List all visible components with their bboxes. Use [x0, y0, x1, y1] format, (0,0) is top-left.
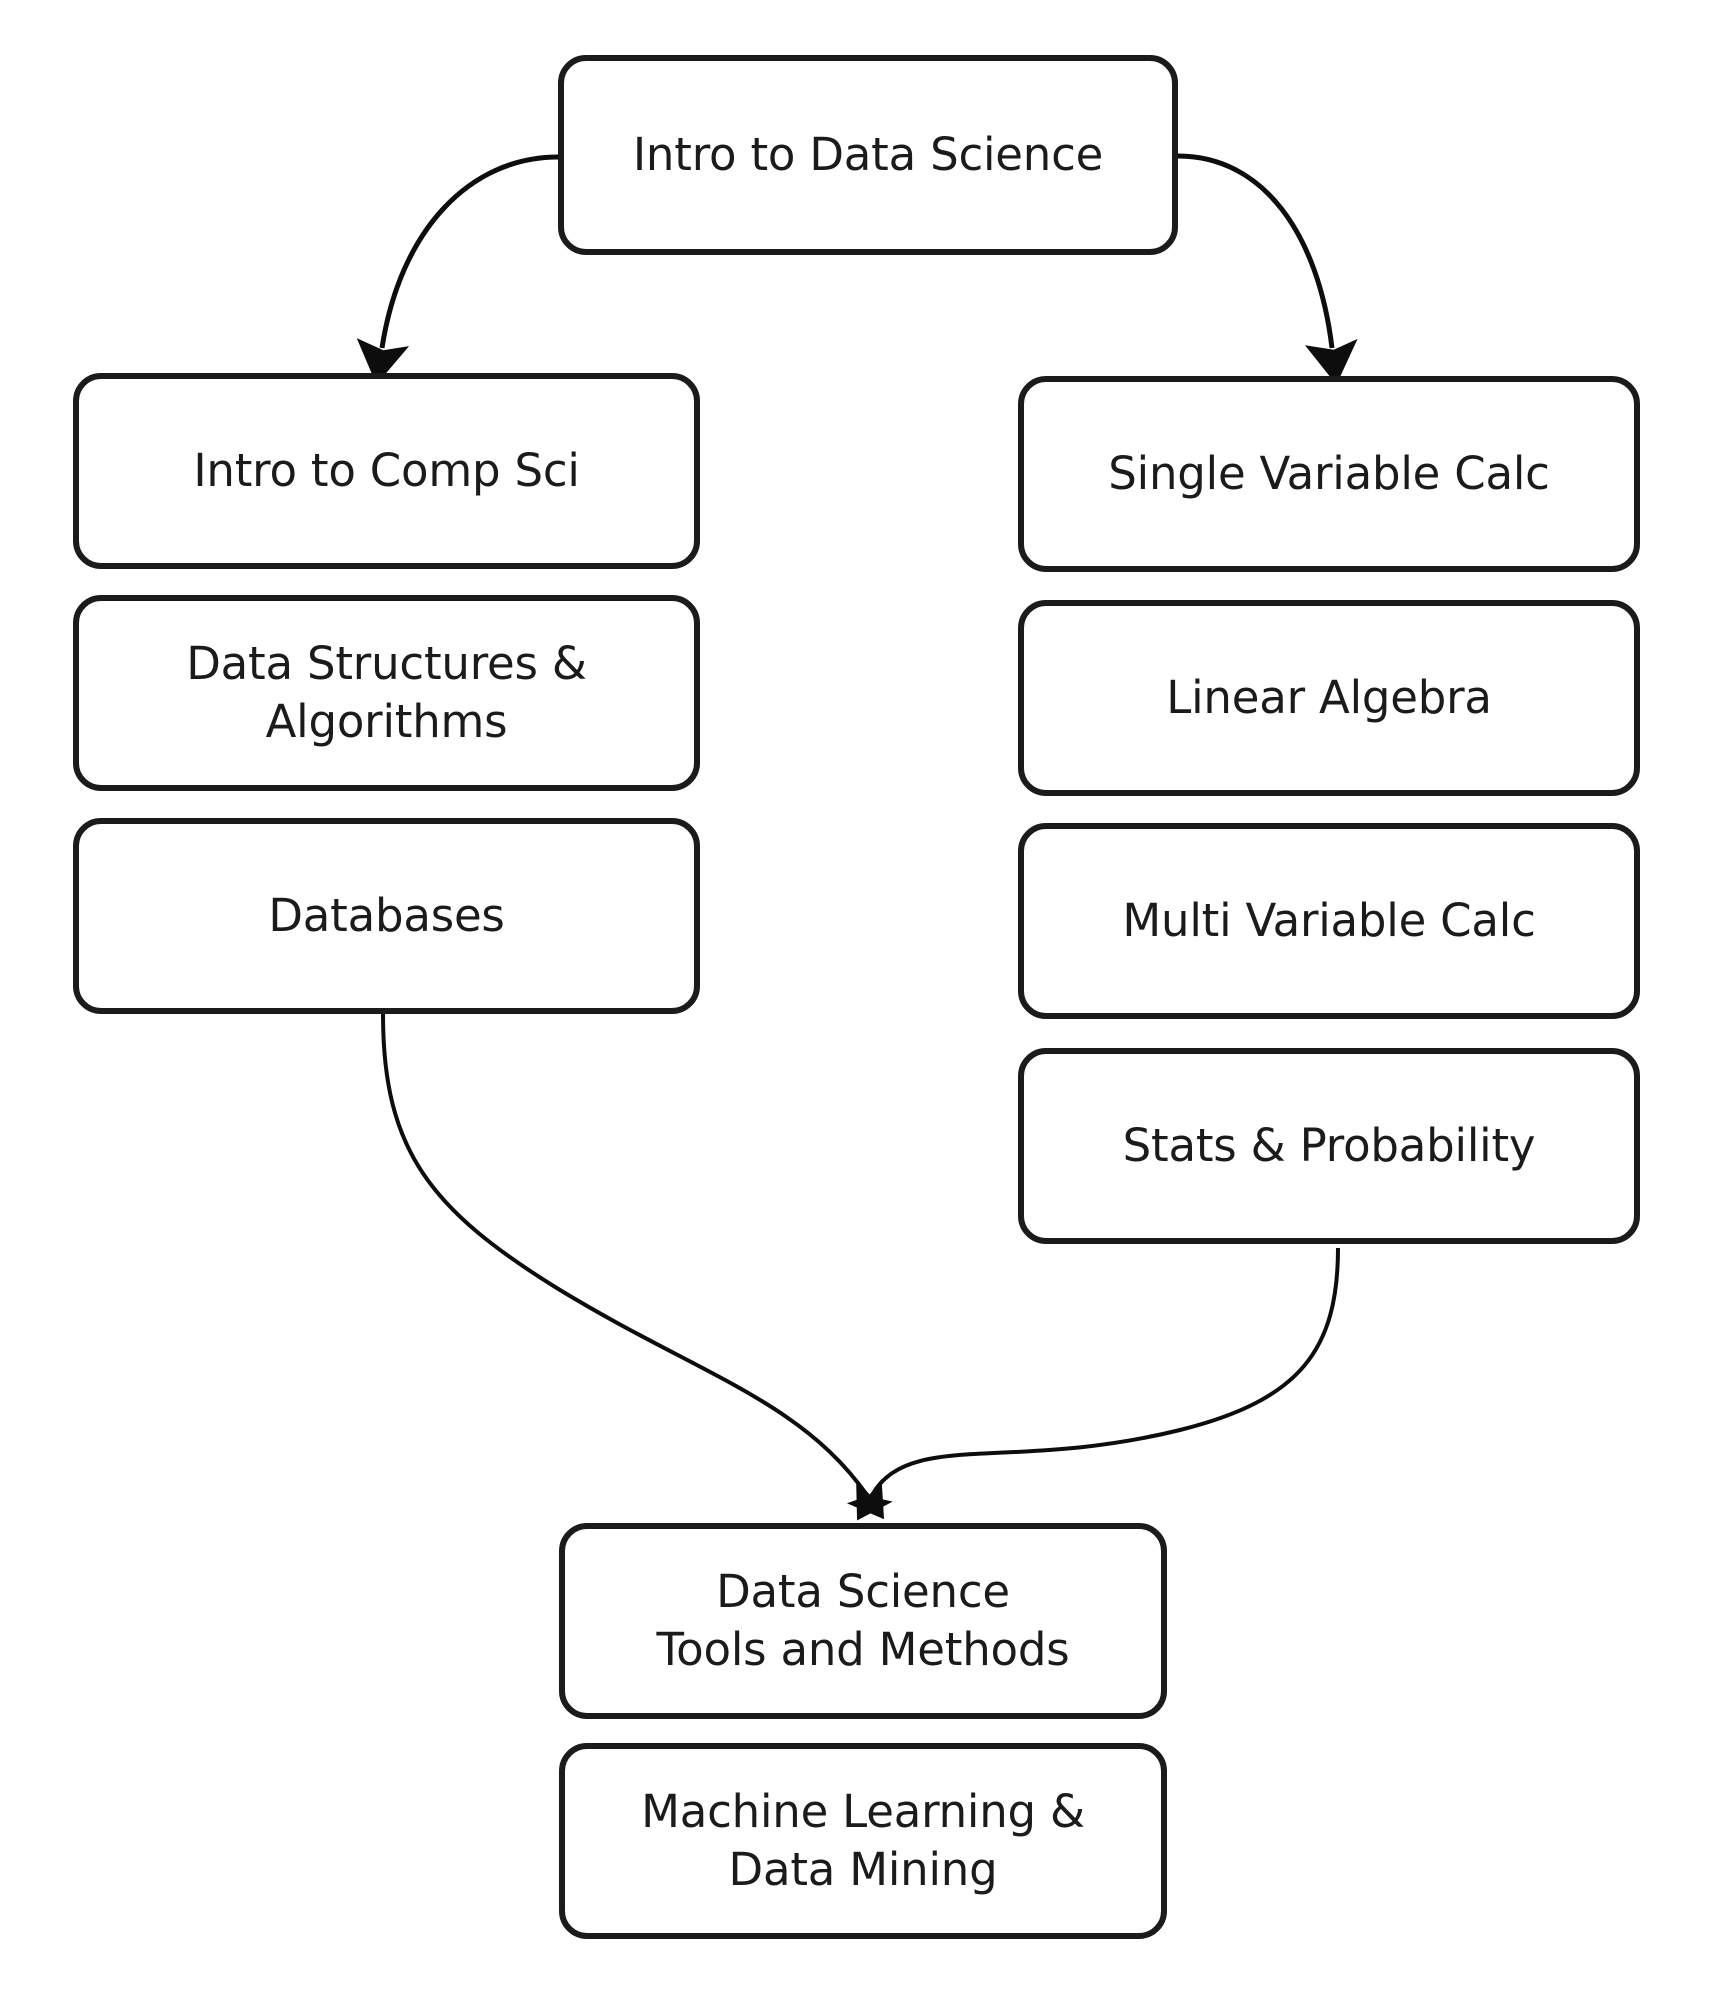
node-multi-variable-calc[interactable]: Multi Variable Calc: [1018, 823, 1640, 1019]
node-intro-comp-sci[interactable]: Intro to Comp Sci: [73, 373, 700, 569]
edge-stats-to-tools: [856, 1247, 1340, 1521]
edge-intro-to-calc: [1177, 153, 1358, 385]
node-label: Single Variable Calc: [1108, 447, 1550, 501]
node-label: Databases: [268, 889, 505, 943]
node-intro-data-science[interactable]: Intro to Data Science: [558, 55, 1178, 255]
node-label: Data Science Tools and Methods: [656, 1565, 1070, 1676]
node-label: Intro to Data Science: [632, 128, 1104, 182]
node-label: Stats & Probability: [1122, 1119, 1536, 1173]
edge-intro-to-compsci: [356, 154, 559, 385]
node-databases[interactable]: Databases: [73, 818, 700, 1014]
node-label: Multi Variable Calc: [1122, 894, 1536, 948]
node-stats-probability[interactable]: Stats & Probability: [1018, 1048, 1640, 1244]
node-single-variable-calc[interactable]: Single Variable Calc: [1018, 376, 1640, 572]
node-data-structures[interactable]: Data Structures & Algorithms: [73, 595, 700, 791]
node-label: Intro to Comp Sci: [193, 444, 580, 498]
node-label: Data Structures & Algorithms: [186, 637, 587, 748]
node-data-science-tools[interactable]: Data Science Tools and Methods: [559, 1523, 1167, 1719]
edge-databases-to-tools: [381, 1013, 885, 1520]
node-linear-algebra[interactable]: Linear Algebra: [1018, 600, 1640, 796]
node-label: Machine Learning & Data Mining: [641, 1785, 1085, 1896]
node-label: Linear Algebra: [1166, 671, 1492, 725]
node-machine-learning[interactable]: Machine Learning & Data Mining: [559, 1743, 1167, 1939]
flowchart-canvas: Intro to Data Science Intro to Comp Sci …: [0, 0, 1714, 1999]
